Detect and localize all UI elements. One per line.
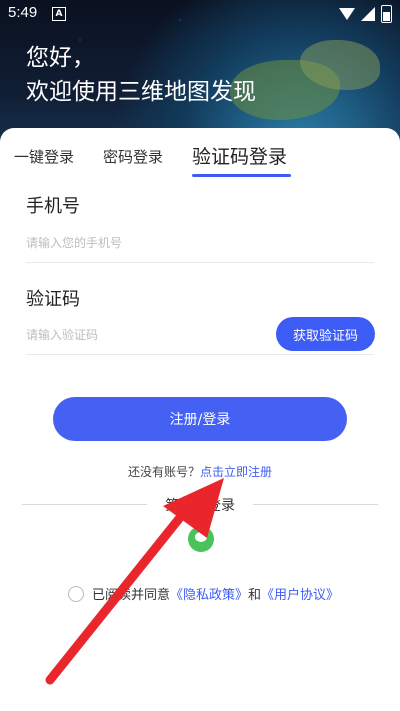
- phone-divider: [26, 262, 374, 263]
- greeting-line-1: 您好，: [26, 45, 95, 71]
- status-bar: 5:49 A: [0, 0, 400, 28]
- divider-line-right: [253, 504, 378, 505]
- status-time: 5:49: [8, 4, 38, 21]
- get-code-button[interactable]: 获取验证码: [276, 317, 375, 351]
- login-card: 一键登录 密码登录 验证码登录 手机号 验证码 获取验证码 注册/登录 还没有账…: [0, 128, 400, 711]
- third-party-title: 第三方登录: [165, 498, 235, 514]
- agreement-prefix: 已阅读并同意: [92, 588, 171, 603]
- third-party-divider: 第三方登录: [22, 494, 378, 514]
- signal-icon: [361, 7, 375, 21]
- wifi-icon: [339, 8, 355, 20]
- user-agreement-link[interactable]: 《用户协议》: [261, 584, 339, 603]
- greeting-line-2: 欢迎使用三维地图发现: [26, 79, 256, 105]
- register-prompt-row: 还没有账号？点击立即注册: [0, 463, 400, 480]
- register-login-button[interactable]: 注册/登录: [53, 397, 347, 441]
- code-input[interactable]: [26, 326, 256, 344]
- wechat-icon[interactable]: [188, 526, 214, 552]
- status-icons: [339, 5, 392, 23]
- code-divider: [26, 354, 374, 355]
- register-prompt: 还没有账号？: [127, 465, 200, 479]
- agreement-and: 和: [248, 588, 262, 603]
- notification-icon: A: [52, 7, 66, 21]
- tab-password-login[interactable]: 密码登录: [103, 146, 163, 167]
- agreement-checkbox[interactable]: [68, 585, 84, 602]
- login-tabs: 一键登录 密码登录 验证码登录: [0, 128, 400, 180]
- tab-code-login[interactable]: 验证码登录: [192, 142, 287, 169]
- register-link[interactable]: 点击立即注册: [200, 465, 272, 479]
- tab-active-indicator: [192, 174, 291, 177]
- battery-icon: [381, 5, 392, 23]
- agreement-row: 已阅读并同意 《隐私政策》 和 《用户协议》: [68, 584, 339, 603]
- privacy-policy-link[interactable]: 《隐私政策》: [170, 584, 248, 603]
- code-label: 验证码: [26, 289, 80, 310]
- phone-label: 手机号: [26, 196, 80, 217]
- tab-one-click-login[interactable]: 一键登录: [14, 146, 74, 167]
- phone-input[interactable]: [26, 234, 366, 252]
